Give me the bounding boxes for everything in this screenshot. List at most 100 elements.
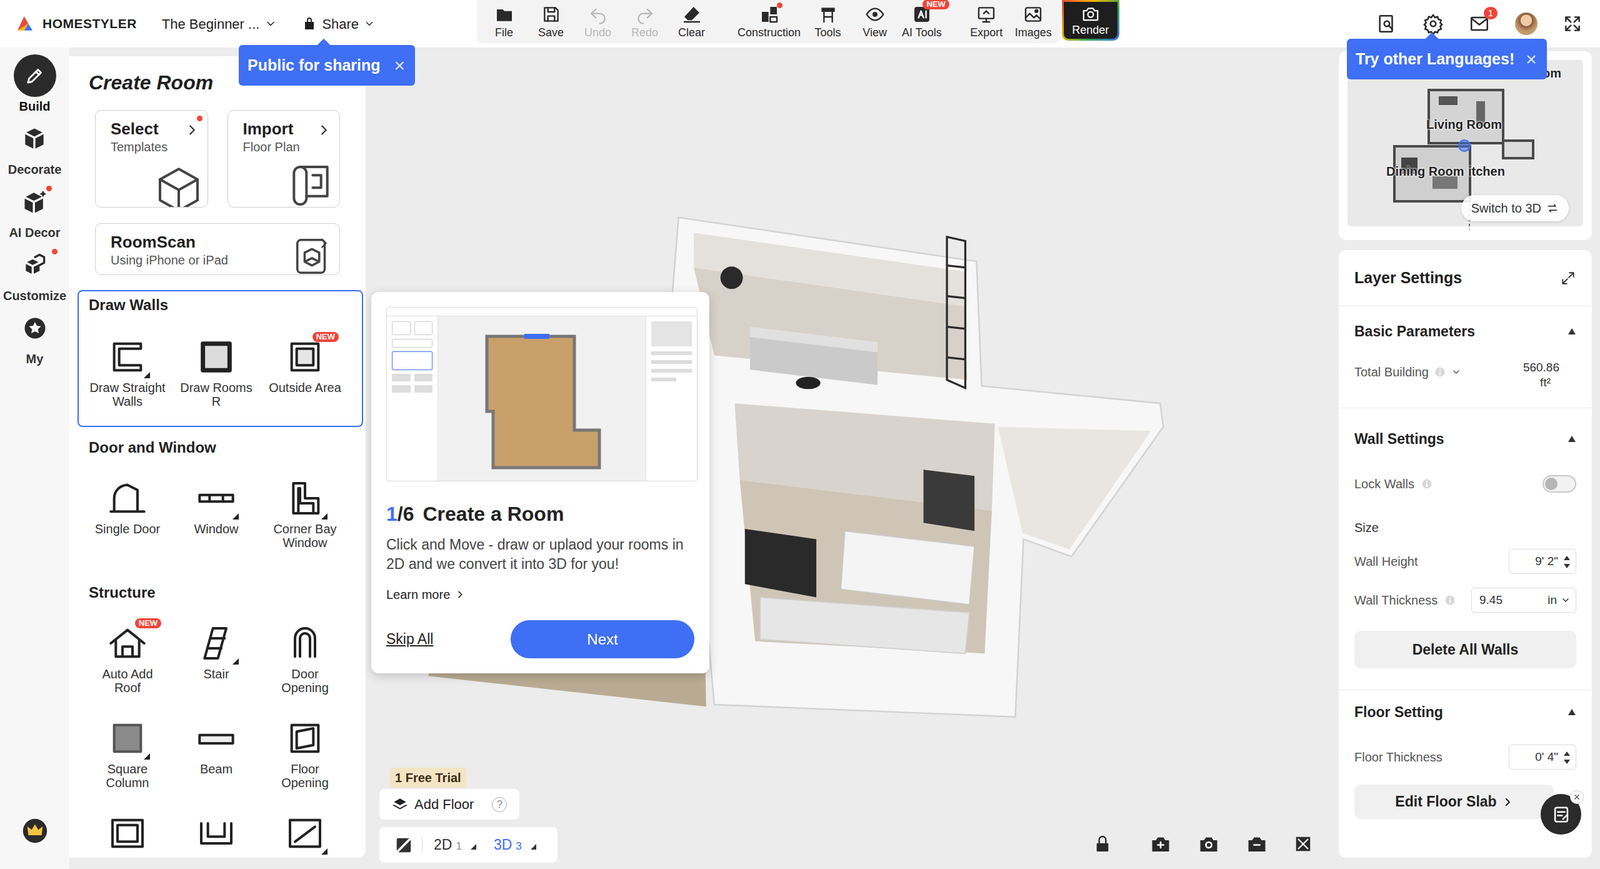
- build-tool[interactable]: Window: [171, 478, 261, 550]
- build-tool[interactable]: [171, 813, 261, 854]
- document-search-icon: [1376, 13, 1398, 35]
- chevron-right-icon: [185, 123, 199, 137]
- toolbar-view-button[interactable]: View: [851, 0, 899, 44]
- camera-add-button[interactable]: [1149, 832, 1172, 855]
- create-room-card[interactable]: ImportFloor Plan: [227, 110, 341, 208]
- rail-item[interactable]: AI Decor: [8, 180, 60, 244]
- build-tool[interactable]: Corner Bay Window: [260, 478, 350, 550]
- build-tool[interactable]: NEWOutside Area: [260, 336, 350, 409]
- chevron-down-icon: [1560, 595, 1571, 605]
- build-tool[interactable]: Draw Straight Walls: [83, 336, 172, 409]
- chevron-right-icon: [455, 589, 465, 600]
- lock-button[interactable]: [1092, 833, 1113, 854]
- submenu-triangle-icon: [321, 848, 328, 855]
- build-tool[interactable]: Square Column: [83, 718, 172, 790]
- learn-more-link[interactable]: Learn more: [386, 585, 695, 604]
- rail-item[interactable]: Build: [13, 54, 57, 118]
- camera-list-button[interactable]: [1245, 832, 1269, 855]
- rail-item[interactable]: Customize: [3, 243, 67, 307]
- build-tool[interactable]: NEWAuto Add Roof: [83, 623, 172, 695]
- toolbar-label: Construction: [737, 25, 801, 40]
- user-avatar[interactable]: [1515, 12, 1538, 35]
- app-logo[interactable]: HOMESTYLER: [42, 13, 137, 34]
- lock-walls-toggle[interactable]: [1542, 475, 1577, 493]
- toolbar-file-button[interactable]: File: [480, 0, 528, 44]
- wall-thickness-input[interactable]: 9.45in: [1471, 587, 1577, 613]
- close-button[interactable]: ×: [1570, 790, 1584, 804]
- help-button[interactable]: ?: [491, 796, 507, 812]
- edit-floor-slab-button[interactable]: Edit Floor Slab: [1354, 784, 1554, 819]
- view-label: 2D: [433, 833, 452, 856]
- toolbar-save-button[interactable]: Save: [527, 0, 575, 44]
- project-selector[interactable]: The Beginner ...: [161, 13, 278, 35]
- collapse-arrow-icon[interactable]: [1567, 435, 1577, 443]
- feedback-button[interactable]: ×: [1540, 793, 1582, 835]
- rail-item[interactable]: My: [13, 306, 57, 370]
- close-button[interactable]: ×: [1525, 50, 1537, 69]
- tool-label: Single Door: [89, 521, 166, 536]
- toolbar-tools-button[interactable]: Tools: [804, 0, 852, 44]
- cornerbay-icon: [285, 478, 325, 519]
- tool-label: Window: [178, 521, 255, 536]
- help-center-button[interactable]: [1376, 13, 1398, 35]
- unit-select[interactable]: in: [1547, 591, 1557, 610]
- toolbar-construction-button[interactable]: Construction: [733, 0, 805, 44]
- canvas-controls: [1092, 832, 1313, 855]
- delete-all-walls-button[interactable]: Delete All Walls: [1354, 630, 1577, 669]
- mail-button[interactable]: 1: [1468, 13, 1490, 35]
- build-tool[interactable]: Draw RoomsR: [171, 336, 261, 409]
- camera-button[interactable]: [1197, 832, 1220, 855]
- build-tool[interactable]: Single Door: [83, 478, 172, 550]
- close-button[interactable]: ×: [394, 56, 406, 75]
- next-button[interactable]: Next: [510, 620, 695, 659]
- build-tool[interactable]: Stair: [171, 623, 261, 695]
- stepper-arrows-icon[interactable]: [1563, 750, 1571, 765]
- settings-button[interactable]: [1422, 13, 1444, 35]
- membership-button[interactable]: [21, 817, 49, 844]
- room-label: Dining Room: [1386, 164, 1464, 179]
- window-icon: [196, 478, 237, 519]
- view-switcher: 2D13D3: [379, 826, 558, 863]
- expand-panel-button[interactable]: [1560, 270, 1577, 287]
- rail-item[interactable]: Decorate: [8, 117, 62, 181]
- link-label: Learn more: [386, 585, 450, 604]
- layer-plus-icon: [391, 796, 409, 813]
- card-illustration-icon: [153, 160, 204, 208]
- build-tool[interactable]: Floor Opening: [260, 718, 350, 790]
- toolbar-undo-button[interactable]: Undo: [574, 0, 622, 44]
- file-icon: [494, 4, 515, 25]
- stepper-arrows-icon[interactable]: [1563, 555, 1571, 569]
- build-tool[interactable]: Door Opening: [260, 623, 350, 695]
- logo-icon: [15, 13, 35, 34]
- share-button[interactable]: Share: [301, 13, 375, 35]
- submenu-triangle-icon: [232, 513, 239, 520]
- toolbar-label: Images: [1015, 25, 1052, 40]
- build-tool[interactable]: Beam: [171, 718, 261, 790]
- button-label: Next: [586, 628, 618, 651]
- setting-label: Floor Thickness: [1354, 747, 1443, 767]
- skip-all-button[interactable]: Skip All: [386, 628, 434, 650]
- number-input[interactable]: 9' 2": [1508, 548, 1577, 574]
- collapse-arrow-icon[interactable]: [1567, 708, 1577, 716]
- toolbar-clear-button[interactable]: Clear: [668, 0, 715, 44]
- toolbar-redo-button[interactable]: Redo: [621, 0, 669, 44]
- number-input[interactable]: 0' 4": [1508, 744, 1577, 770]
- render-button[interactable]: Render: [1061, 0, 1120, 41]
- add-floor-button[interactable]: Add Floor?: [379, 788, 520, 820]
- build-tool[interactable]: [83, 813, 172, 854]
- note-icon: [1550, 803, 1572, 825]
- view-mode-button[interactable]: 2D1: [425, 833, 485, 856]
- create-room-card[interactable]: RoomScanUsing iPhone or iPad: [95, 223, 340, 275]
- minimap[interactable]: omLiving RoomDining RoomitchenSwitch to …: [1338, 51, 1592, 240]
- build-tool[interactable]: [260, 813, 350, 854]
- collapse-arrow-icon[interactable]: [1567, 327, 1577, 335]
- fullscreen-button[interactable]: [1562, 13, 1583, 34]
- fit-view-button[interactable]: [1293, 834, 1313, 854]
- create-room-card[interactable]: SelectTemplates: [95, 110, 209, 208]
- tools-icon: [818, 4, 839, 25]
- toolbar-ai-tools-button[interactable]: NEWAI Tools: [898, 0, 946, 44]
- toolbar-images-button[interactable]: Images: [1010, 0, 1057, 44]
- switch-to-3d-button[interactable]: Switch to 3D: [1461, 195, 1569, 222]
- view-mode-button[interactable]: 3D3: [485, 833, 545, 856]
- toolbar-export-button[interactable]: Export: [963, 0, 1010, 44]
